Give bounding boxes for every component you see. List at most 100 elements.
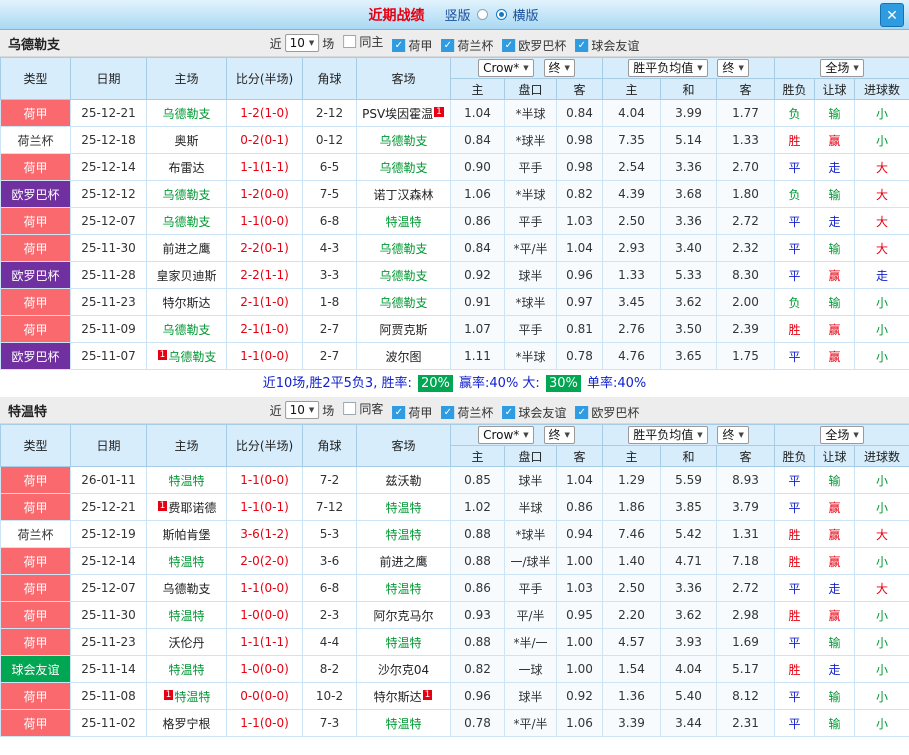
home-team[interactable]: 布雷达: [168, 161, 204, 175]
close-button[interactable]: ✕: [880, 3, 904, 27]
odds-final-select[interactable]: 终▼: [544, 59, 575, 77]
away-team[interactable]: 沙尔克04: [378, 663, 429, 677]
filter-option[interactable]: ✓球会友谊: [502, 404, 566, 421]
checkbox-icon[interactable]: ✓: [392, 39, 405, 52]
filter-option[interactable]: ✓荷甲: [392, 404, 432, 421]
match-score[interactable]: 0-0(0-0): [227, 683, 303, 710]
home-team[interactable]: 前进之鹰: [162, 242, 210, 256]
match-score[interactable]: 1-2(0-0): [227, 181, 303, 208]
filter-option[interactable]: ✓荷兰杯: [441, 404, 493, 421]
home-team[interactable]: 费耶诺德: [168, 501, 216, 515]
home-team[interactable]: 特温特: [174, 690, 210, 704]
match-score[interactable]: 1-0(0-0): [227, 656, 303, 683]
avg-select[interactable]: 胜平负均值▼: [628, 426, 707, 444]
match-score[interactable]: 1-1(0-0): [227, 710, 303, 737]
home-team[interactable]: 乌德勒支: [162, 215, 210, 229]
checkbox-icon[interactable]: [343, 35, 356, 48]
filter-option[interactable]: 同主: [343, 33, 383, 50]
avg-final-select[interactable]: 终▼: [717, 59, 748, 77]
horizontal-radio[interactable]: [496, 9, 507, 20]
away-team[interactable]: 乌德勒支: [379, 134, 427, 148]
filter-option[interactable]: ✓球会友谊: [575, 37, 639, 54]
home-team-cell: 乌德勒支: [147, 316, 227, 343]
away-team[interactable]: 特温特: [385, 582, 421, 596]
filter-option[interactable]: ✓欧罗巴杯: [502, 37, 566, 54]
checkbox-icon[interactable]: ✓: [441, 39, 454, 52]
away-team[interactable]: 乌德勒支: [379, 161, 427, 175]
scope-select[interactable]: 全场▼: [820, 59, 863, 77]
away-team[interactable]: 特尔斯达: [374, 690, 422, 704]
away-team[interactable]: 兹沃勒: [385, 474, 421, 488]
match-score[interactable]: 1-1(0-1): [227, 494, 303, 521]
home-team[interactable]: 特温特: [168, 474, 204, 488]
home-team[interactable]: 特温特: [168, 609, 204, 623]
away-team[interactable]: 阿贾克斯: [379, 323, 427, 337]
home-team[interactable]: 格罗宁根: [162, 717, 210, 731]
match-score[interactable]: 2-1(1-0): [227, 316, 303, 343]
away-team[interactable]: 前进之鹰: [379, 555, 427, 569]
checkbox-icon[interactable]: ✓: [502, 406, 515, 419]
match-score[interactable]: 1-1(0-0): [227, 343, 303, 370]
home-team[interactable]: 特温特: [168, 555, 204, 569]
checkbox-icon[interactable]: ✓: [392, 406, 405, 419]
checkbox-icon[interactable]: ✓: [575, 39, 588, 52]
match-score[interactable]: 3-6(1-2): [227, 521, 303, 548]
checkbox-icon[interactable]: ✓: [441, 406, 454, 419]
avg-final-select[interactable]: 终▼: [717, 426, 748, 444]
home-team[interactable]: 皇家贝迪斯: [156, 269, 216, 283]
away-team[interactable]: 阿尔克马尔: [373, 609, 433, 623]
match-score[interactable]: 1-1(1-1): [227, 154, 303, 181]
away-team[interactable]: 特温特: [385, 215, 421, 229]
match-score[interactable]: 2-2(0-1): [227, 235, 303, 262]
match-count-select[interactable]: 10▼: [285, 401, 320, 419]
filter-option[interactable]: ✓欧罗巴杯: [575, 404, 639, 421]
home-team[interactable]: 乌德勒支: [162, 582, 210, 596]
away-team[interactable]: 乌德勒支: [379, 242, 427, 256]
home-team[interactable]: 特尔斯达: [162, 296, 210, 310]
match-score[interactable]: 2-2(1-1): [227, 262, 303, 289]
avg-select[interactable]: 胜平负均值▼: [628, 59, 707, 77]
odds-home: 0.86: [451, 208, 505, 235]
match-score[interactable]: 1-1(1-1): [227, 629, 303, 656]
match-score[interactable]: 1-1(0-0): [227, 467, 303, 494]
away-team[interactable]: PSV埃因霍温: [362, 107, 433, 121]
match-score[interactable]: 1-2(1-0): [227, 100, 303, 127]
home-team[interactable]: 特温特: [168, 663, 204, 677]
home-team[interactable]: 乌德勒支: [162, 107, 210, 121]
scope-select[interactable]: 全场▼: [820, 426, 863, 444]
away-team[interactable]: 波尔图: [385, 350, 421, 364]
match-score[interactable]: 2-0(2-0): [227, 548, 303, 575]
home-team[interactable]: 乌德勒支: [168, 350, 216, 364]
away-team[interactable]: 特温特: [385, 528, 421, 542]
away-team[interactable]: 特温特: [385, 717, 421, 731]
filter-option[interactable]: ✓荷甲: [392, 37, 432, 54]
red-card-badge: 1: [423, 690, 433, 700]
match-score[interactable]: 1-0(0-0): [227, 602, 303, 629]
match-score[interactable]: 1-1(0-0): [227, 575, 303, 602]
home-team[interactable]: 奥斯: [174, 134, 198, 148]
odds-home: 0.82: [451, 656, 505, 683]
match-count-select[interactable]: 10▼: [285, 34, 320, 52]
home-team[interactable]: 乌德勒支: [162, 323, 210, 337]
away-team[interactable]: 乌德勒支: [379, 296, 427, 310]
filter-option[interactable]: 同客: [343, 400, 383, 417]
team-name: 乌德勒支: [8, 34, 60, 53]
away-team[interactable]: 特温特: [385, 501, 421, 515]
vertical-radio[interactable]: [477, 9, 488, 20]
odds-source-select[interactable]: Crow*▼: [478, 426, 534, 444]
home-team[interactable]: 乌德勒支: [162, 188, 210, 202]
home-team[interactable]: 沃伦丹: [168, 636, 204, 650]
match-score[interactable]: 1-1(0-0): [227, 208, 303, 235]
checkbox-icon[interactable]: [343, 402, 356, 415]
match-score[interactable]: 0-2(0-1): [227, 127, 303, 154]
home-team[interactable]: 斯帕肯堡: [162, 528, 210, 542]
odds-source-select[interactable]: Crow*▼: [478, 59, 534, 77]
checkbox-icon[interactable]: ✓: [575, 406, 588, 419]
filter-option[interactable]: ✓荷兰杯: [441, 37, 493, 54]
away-team[interactable]: 特温特: [385, 636, 421, 650]
odds-final-select[interactable]: 终▼: [544, 426, 575, 444]
match-score[interactable]: 2-1(1-0): [227, 289, 303, 316]
away-team[interactable]: 乌德勒支: [379, 269, 427, 283]
away-team[interactable]: 诺丁汉森林: [373, 188, 433, 202]
checkbox-icon[interactable]: ✓: [502, 39, 515, 52]
